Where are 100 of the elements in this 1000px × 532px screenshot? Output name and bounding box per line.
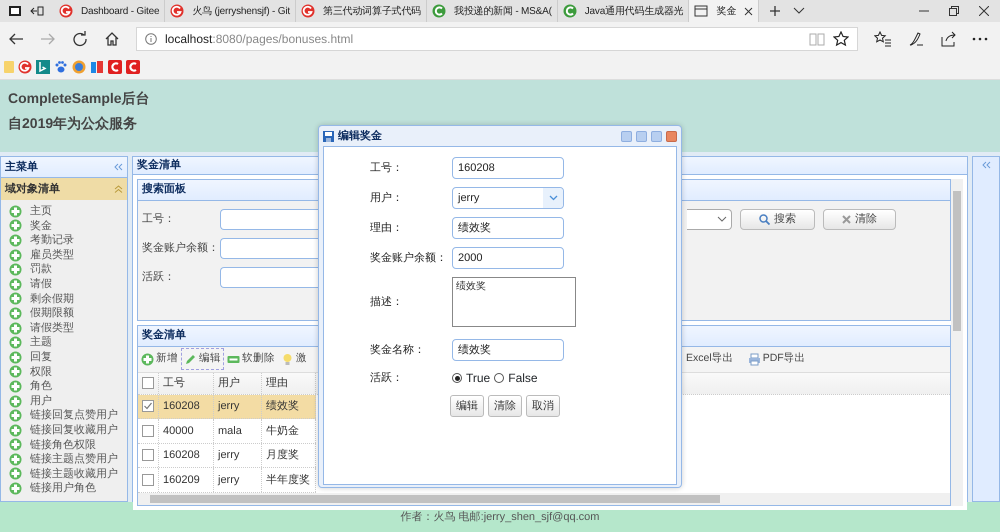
browser-tab[interactable]: 奖金 (689, 0, 760, 22)
menu-item[interactable]: 剩余假期 (5, 292, 123, 306)
field-label: 描述： (370, 294, 404, 310)
panel-title: 奖金清单 (137, 158, 181, 173)
menu-item[interactable]: 链接角色权限 (5, 438, 123, 452)
radio-label[interactable]: False (508, 369, 538, 387)
input-field[interactable]: 绩效奖 (452, 217, 564, 239)
menu-item[interactable]: 主页 (5, 204, 123, 219)
pen-icon[interactable] (908, 30, 924, 46)
plus-icon (9, 438, 22, 452)
dialog-button[interactable]: 编辑 (450, 395, 484, 417)
plus-icon (9, 482, 22, 496)
plus-icon (9, 394, 22, 408)
table-cell: 160208 (159, 444, 214, 467)
table-cell: jerry (214, 444, 262, 467)
refresh-icon[interactable] (72, 30, 88, 46)
paw-icon[interactable] (54, 60, 68, 74)
restore-icon[interactable] (949, 6, 959, 16)
collapse-icon[interactable] (114, 163, 123, 171)
share-icon[interactable] (940, 30, 956, 46)
menu-item[interactable]: 用户 (5, 394, 123, 408)
table-row[interactable]: 160208 jerry 月度奖 (138, 444, 316, 468)
close-icon[interactable] (744, 6, 754, 16)
checkbox[interactable] (142, 449, 154, 462)
column-header[interactable]: 理由 (262, 372, 316, 394)
column-header[interactable]: 工号 (159, 372, 214, 394)
input-field[interactable]: 2000 (452, 247, 564, 269)
more-icon[interactable] (972, 36, 988, 40)
menu-item[interactable]: 请假 (5, 276, 123, 292)
search-panel-button[interactable]: 清除 (823, 208, 896, 230)
globe-icon[interactable] (72, 60, 86, 74)
field-label: 理由： (370, 220, 404, 236)
dialog-button[interactable]: 取消 (526, 395, 560, 417)
add-icon (141, 352, 154, 366)
checkbox[interactable] (142, 474, 154, 486)
chevron-down-icon[interactable] (793, 7, 806, 15)
new-tab-icon[interactable] (769, 5, 782, 17)
menu-item[interactable]: 请假类型 (5, 320, 123, 336)
checkbox[interactable] (142, 400, 154, 412)
menu-item[interactable]: 角色 (5, 379, 123, 394)
menu-item[interactable]: 雇员类型 (5, 248, 123, 262)
light-bulb-icon (281, 352, 294, 366)
select-field[interactable] (687, 208, 732, 230)
accordion-header[interactable]: 域对象清单 (1, 178, 127, 200)
table-row[interactable]: 40000 mala 牛奶金 (138, 419, 316, 444)
address-bar[interactable]: localhost:8080/pages/bonuses.html (136, 26, 858, 50)
vertical-scrollbar[interactable] (951, 178, 963, 506)
home-icon[interactable] (104, 30, 120, 46)
menu-item[interactable]: 链接主题点赞用户 (5, 452, 123, 467)
radio-button[interactable] (494, 373, 504, 383)
text-area[interactable]: 绩效奖 (452, 277, 576, 327)
menu-item[interactable]: 主题 (5, 335, 123, 350)
check-icon (143, 401, 153, 412)
toolbar-button[interactable]: 编辑 (181, 348, 224, 370)
tab-aside-icon[interactable] (30, 5, 44, 17)
plus-icon (9, 365, 22, 378)
toolbar-button[interactable]: 软删除 (224, 348, 278, 370)
column-header[interactable]: 用户 (214, 372, 262, 394)
radio-button[interactable] (452, 373, 462, 383)
menu-item[interactable]: 链接主题收藏用户 (5, 466, 123, 482)
dialog-button[interactable]: 清除 (488, 395, 522, 417)
menu-item[interactable]: 罚款 (5, 262, 123, 277)
table-cell: 40000 (159, 419, 214, 442)
plus-icon (9, 380, 22, 393)
toolbar-button[interactable]: PDF导出 (744, 348, 809, 370)
close-icon[interactable] (979, 6, 989, 16)
radio-label[interactable]: True (466, 369, 490, 387)
tab-list-icon[interactable] (8, 5, 22, 17)
table-row[interactable]: 160208 jerry 绩效奖 (138, 394, 316, 419)
toolbar-button[interactable]: 新增 (138, 348, 181, 370)
plus-icon (9, 409, 22, 422)
expand-icon[interactable] (982, 161, 990, 169)
favorites-icon[interactable] (874, 30, 892, 46)
menu-item[interactable]: 奖金 (5, 218, 123, 234)
menu-item[interactable]: 链接回复收藏用户 (5, 422, 123, 438)
reading-view-icon[interactable] (809, 32, 825, 46)
table-cell: mala (214, 419, 262, 442)
table-cell: 月度奖 (262, 444, 316, 467)
star-icon[interactable] (833, 30, 849, 46)
menu-item[interactable]: 回复 (5, 350, 123, 365)
menu-item[interactable]: 链接回复点赞用户 (5, 408, 123, 423)
plus-icon (9, 248, 22, 262)
select-field[interactable]: jerry (452, 187, 564, 209)
panel-title: 主菜单 (5, 160, 39, 175)
checkbox[interactable] (142, 424, 154, 437)
checkbox[interactable] (142, 377, 154, 389)
menu-item[interactable]: 考勤记录 (5, 233, 123, 248)
toolbar-button[interactable]: Excel导出 (683, 348, 737, 370)
menu-item[interactable]: 权限 (5, 364, 123, 380)
search-panel-button[interactable]: 搜索 (740, 208, 815, 230)
input-field[interactable]: 绩效奖 (452, 339, 564, 361)
input-field[interactable]: 160208 (452, 157, 564, 179)
back-icon[interactable] (8, 32, 24, 46)
book-icon[interactable] (90, 60, 104, 74)
menu-item[interactable]: 链接用户角色 (5, 481, 123, 496)
search-icon (759, 214, 770, 224)
plus-icon (9, 234, 22, 247)
menu-item[interactable]: 假期限额 (5, 306, 123, 321)
horizontal-scrollbar[interactable] (138, 492, 950, 504)
toolbar-button[interactable]: 激 (278, 348, 310, 370)
